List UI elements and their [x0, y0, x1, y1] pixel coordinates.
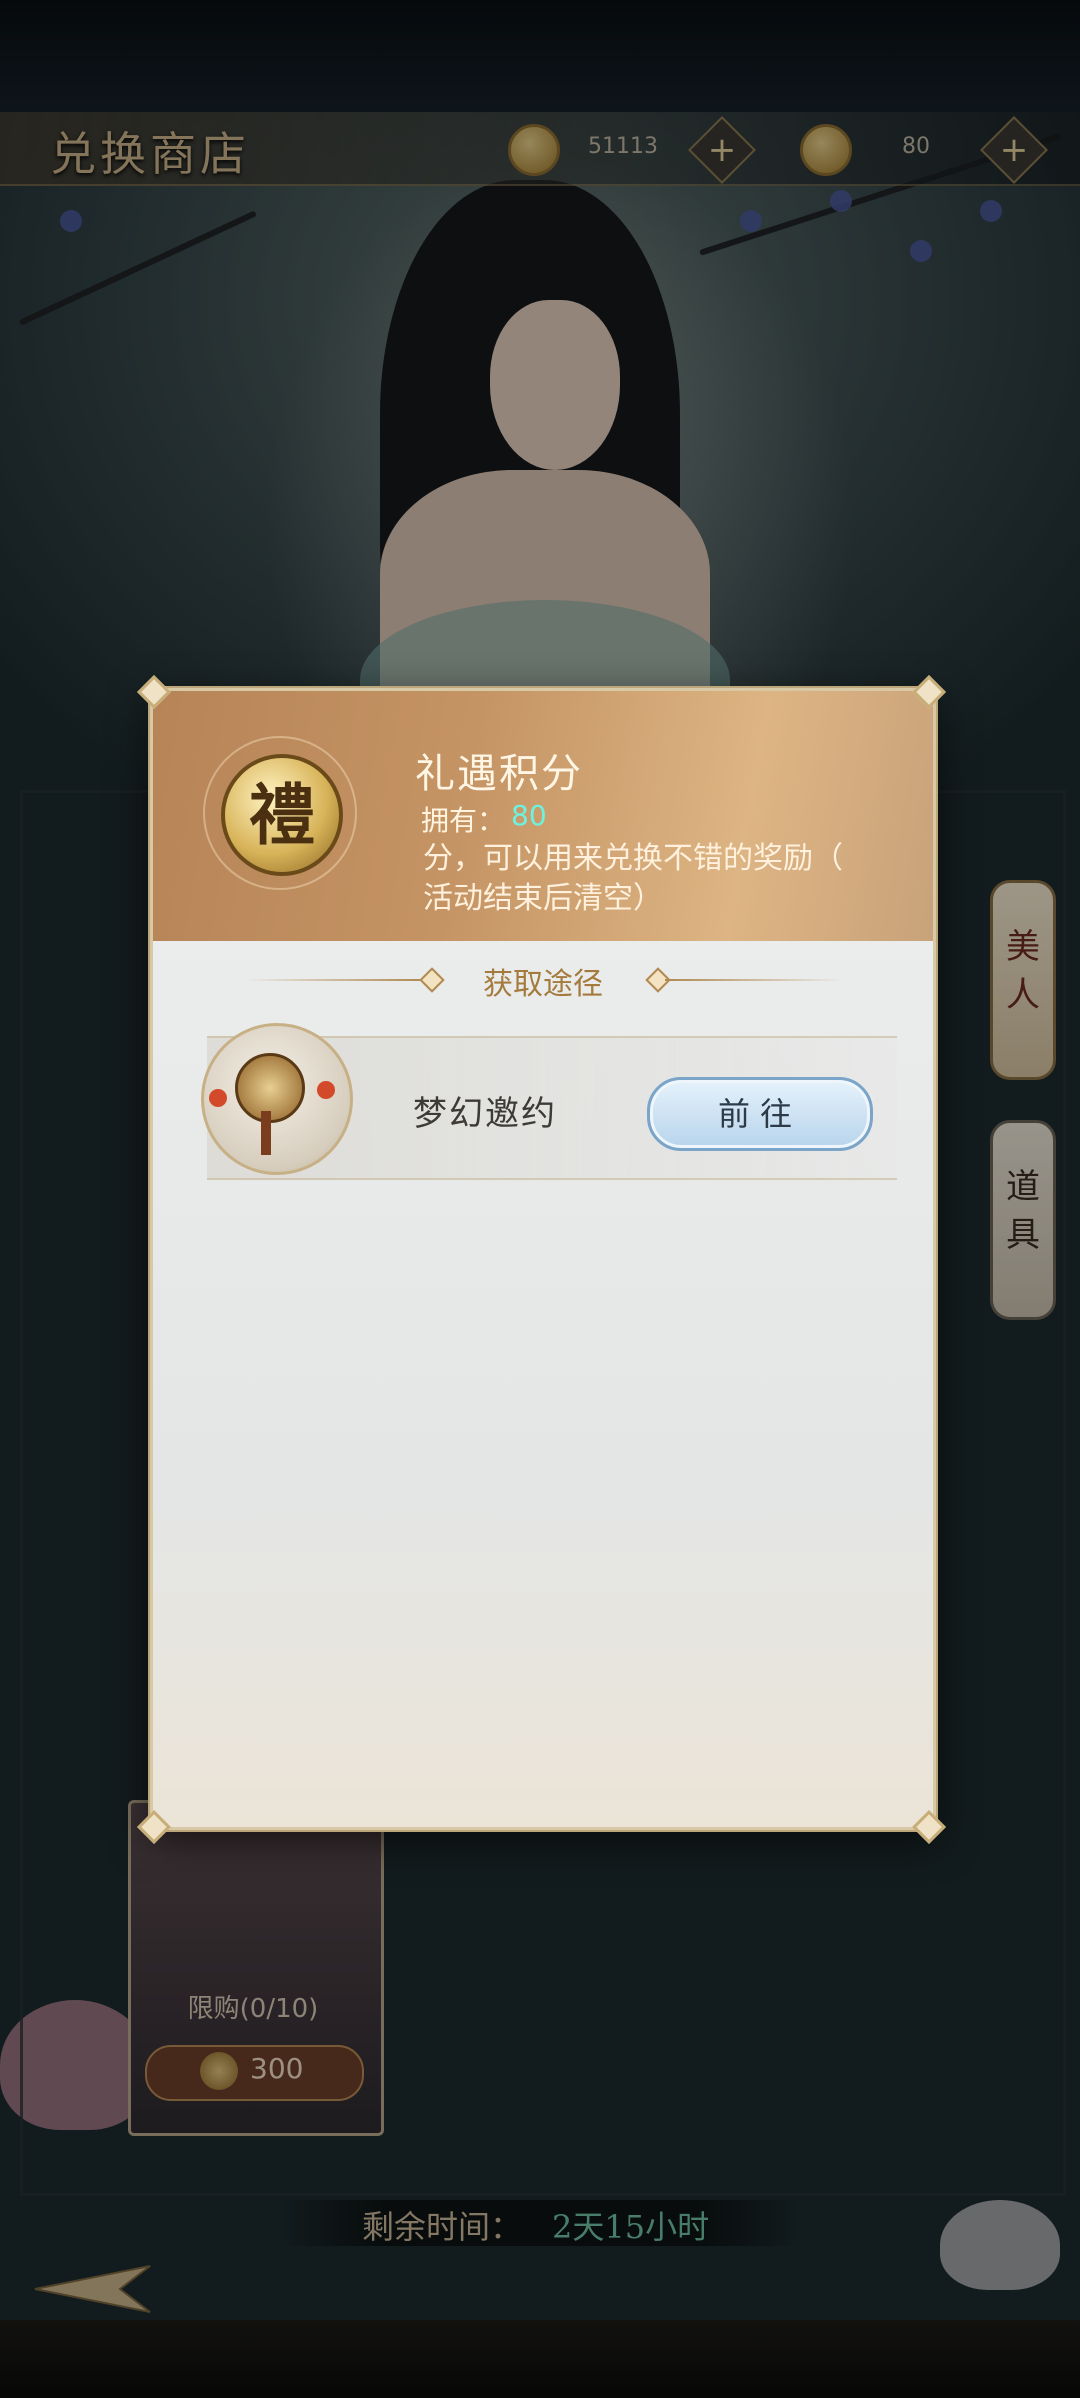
description-line-1: 分，可以用来兑换不错的奖励（: [423, 841, 843, 876]
bead-decoration: [209, 1089, 227, 1107]
item-name: 礼遇积分: [415, 751, 583, 797]
acquire-way-name: 梦幻邀约: [413, 1094, 557, 1134]
owned-value: 80: [511, 799, 547, 832]
section-title: 获取途径: [483, 967, 603, 1002]
drum-handle: [261, 1111, 271, 1155]
courtesy-points-badge-icon: 禮: [221, 754, 343, 876]
owned-label: 拥有：: [421, 804, 506, 837]
item-info-modal: 禮 礼遇积分 拥有： 80 分，可以用来兑换不错的奖励（ 活动结束后清空） 获取…: [150, 688, 936, 1830]
section-divider-right: [665, 979, 845, 981]
bead-decoration: [317, 1081, 335, 1099]
badge-glyph: 禮: [249, 776, 315, 854]
description-line-2: 活动结束后清空）: [423, 881, 663, 916]
go-button[interactable]: 前往: [647, 1077, 873, 1151]
item-description: 分，可以用来兑换不错的奖励（ 活动结束后清空）: [423, 839, 913, 919]
go-button-label: 前往: [717, 1095, 802, 1133]
